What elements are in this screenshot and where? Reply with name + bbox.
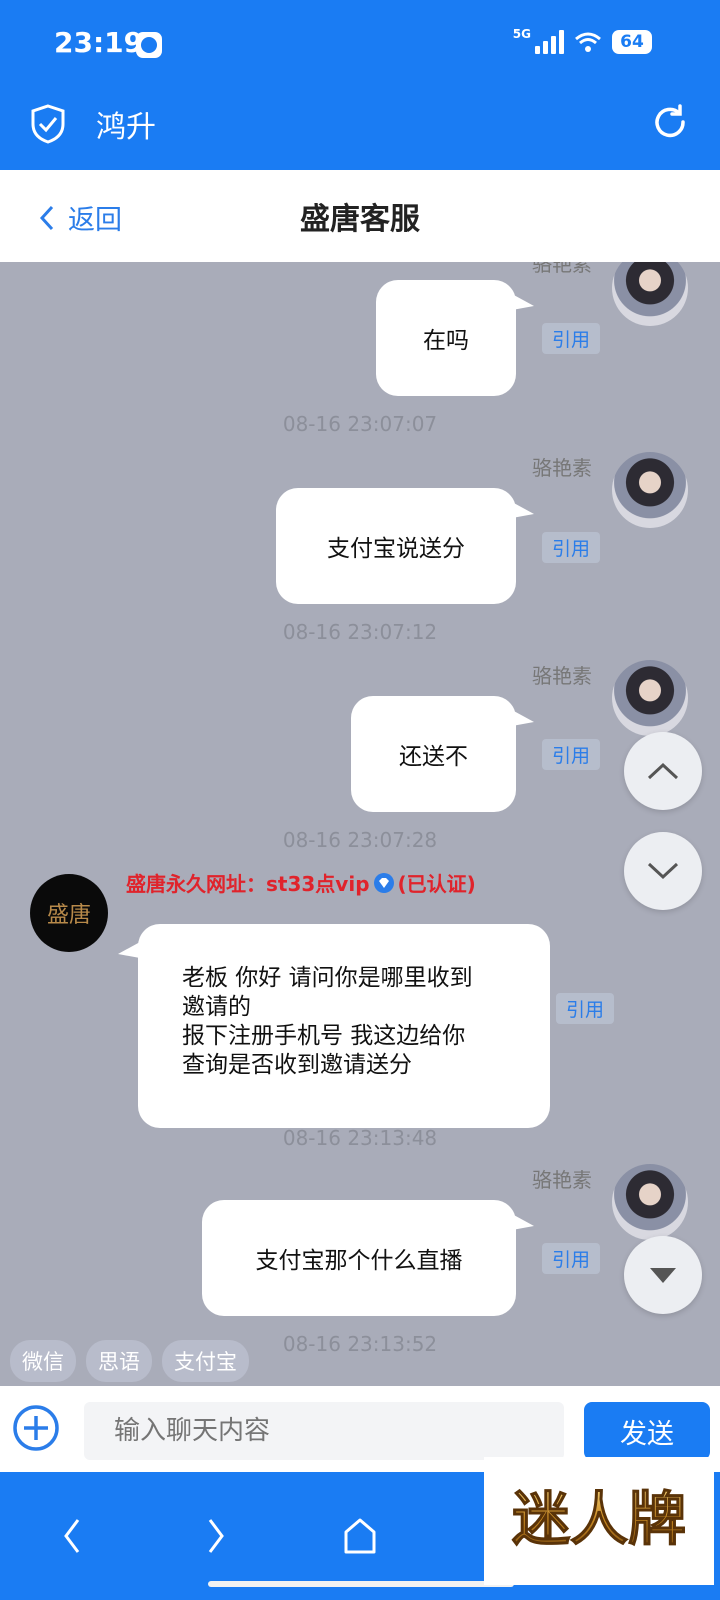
message-line: 查询是否收到邀请送分 xyxy=(182,1052,412,1078)
message-timestamp: 08-16 23:07:12 xyxy=(282,620,438,644)
chat-area[interactable]: 骆艳素 在吗 引用 08-16 23:07:07 骆艳素 支付宝说送分 引用 0… xyxy=(0,262,720,1386)
refresh-icon[interactable] xyxy=(650,102,690,142)
message-bubble[interactable]: 老板 你好 请问你是哪里收到 邀请的 报下注册手机号 我这边给你 查询是否收到邀… xyxy=(118,924,550,1128)
battery-icon: 64 xyxy=(612,30,652,54)
cs-avatar-logo: 盛唐 xyxy=(46,903,91,928)
quote-button[interactable]: 引用 xyxy=(556,993,615,1024)
quote-button[interactable]: 引用 xyxy=(542,739,601,770)
quote-button[interactable]: 引用 xyxy=(542,1243,601,1274)
status-bar: 23:19 5G 64 xyxy=(0,0,720,88)
message-bubble[interactable]: 支付宝说送分 xyxy=(276,488,534,604)
message-bubble[interactable]: 支付宝那个什么直播 xyxy=(202,1200,534,1316)
quote-button[interactable]: 引用 xyxy=(542,323,601,354)
status-time: 23:19 xyxy=(54,26,144,59)
watermark-text: 迷人牌 xyxy=(512,1485,686,1553)
app-title: 鸿升 xyxy=(96,110,156,145)
chevron-down-icon xyxy=(647,862,679,880)
message-timestamp: 08-16 23:07:07 xyxy=(282,412,438,436)
home-indicator xyxy=(208,1581,514,1587)
chevron-up-icon xyxy=(647,762,679,780)
avatar[interactable] xyxy=(612,262,688,326)
chat-input[interactable] xyxy=(84,1402,564,1460)
page-title: 盛唐客服 xyxy=(300,202,420,237)
wifi-icon xyxy=(575,32,601,52)
home-icon[interactable] xyxy=(340,1516,380,1556)
plus-icon[interactable] xyxy=(12,1404,60,1452)
app-bar: 鸿升 xyxy=(0,88,720,170)
message-timestamp: 08-16 23:07:28 xyxy=(282,828,438,852)
sender-name: 骆艳素 xyxy=(532,262,592,276)
quick-reply-chip[interactable]: 微信 xyxy=(10,1340,76,1382)
quick-replies: 微信 思语 支付宝 xyxy=(10,1340,249,1382)
message-line: 老板 你好 请问你是哪里收到 xyxy=(182,965,473,991)
chat-header: 返回 盛唐客服 xyxy=(0,170,720,262)
message-bubble[interactable]: 在吗 xyxy=(376,280,534,396)
triangle-down-icon xyxy=(650,1268,676,1283)
nav-forward-icon[interactable] xyxy=(204,1516,228,1556)
send-button[interactable]: 发送 xyxy=(584,1402,710,1460)
message-line: 邀请的 xyxy=(182,994,251,1020)
sender-name: 骆艳素 xyxy=(532,456,592,480)
watermark-graphic: 迷人牌 xyxy=(511,1484,686,1553)
verified-diamond-icon xyxy=(373,872,394,893)
sender-name: 骆艳素 xyxy=(532,1168,592,1192)
verified-label: (已认证) xyxy=(397,872,476,896)
cs-name-text: 盛唐永久网址：st33点vip xyxy=(126,872,370,896)
message-text: 老板 你好 请问你是哪里收到 邀请的 报下注册手机号 我这边给你 查询是否收到邀… xyxy=(182,964,473,1080)
message-line: 报下注册手机号 我这边给你 xyxy=(182,1023,466,1049)
scroll-bottom-button[interactable] xyxy=(624,1236,702,1314)
signal-icon xyxy=(535,30,564,54)
browser-icon xyxy=(136,32,162,58)
quote-button[interactable]: 引用 xyxy=(542,532,601,563)
avatar[interactable] xyxy=(612,452,688,528)
quick-reply-chip[interactable]: 思语 xyxy=(86,1340,152,1382)
message-bubble[interactable]: 还送不 xyxy=(351,696,534,812)
scroll-down-button[interactable] xyxy=(624,832,702,910)
watermark-logo: 迷人牌 xyxy=(484,1457,714,1585)
nav-back-icon[interactable] xyxy=(60,1516,84,1556)
avatar[interactable] xyxy=(612,1164,688,1240)
scroll-up-button[interactable] xyxy=(624,732,702,810)
sender-name: 骆艳素 xyxy=(532,664,592,688)
cs-sender-name: 盛唐永久网址：st33点vip (已认证) xyxy=(126,868,476,897)
avatar[interactable] xyxy=(612,660,688,736)
network-type: 5G xyxy=(512,27,531,41)
status-indicators: 5G 64 xyxy=(512,27,652,54)
message-timestamp: 08-16 23:13:48 xyxy=(282,1126,438,1150)
quick-reply-chip[interactable]: 支付宝 xyxy=(162,1340,249,1382)
cs-avatar[interactable]: 盛唐 xyxy=(30,874,108,952)
shield-icon[interactable] xyxy=(30,104,66,144)
